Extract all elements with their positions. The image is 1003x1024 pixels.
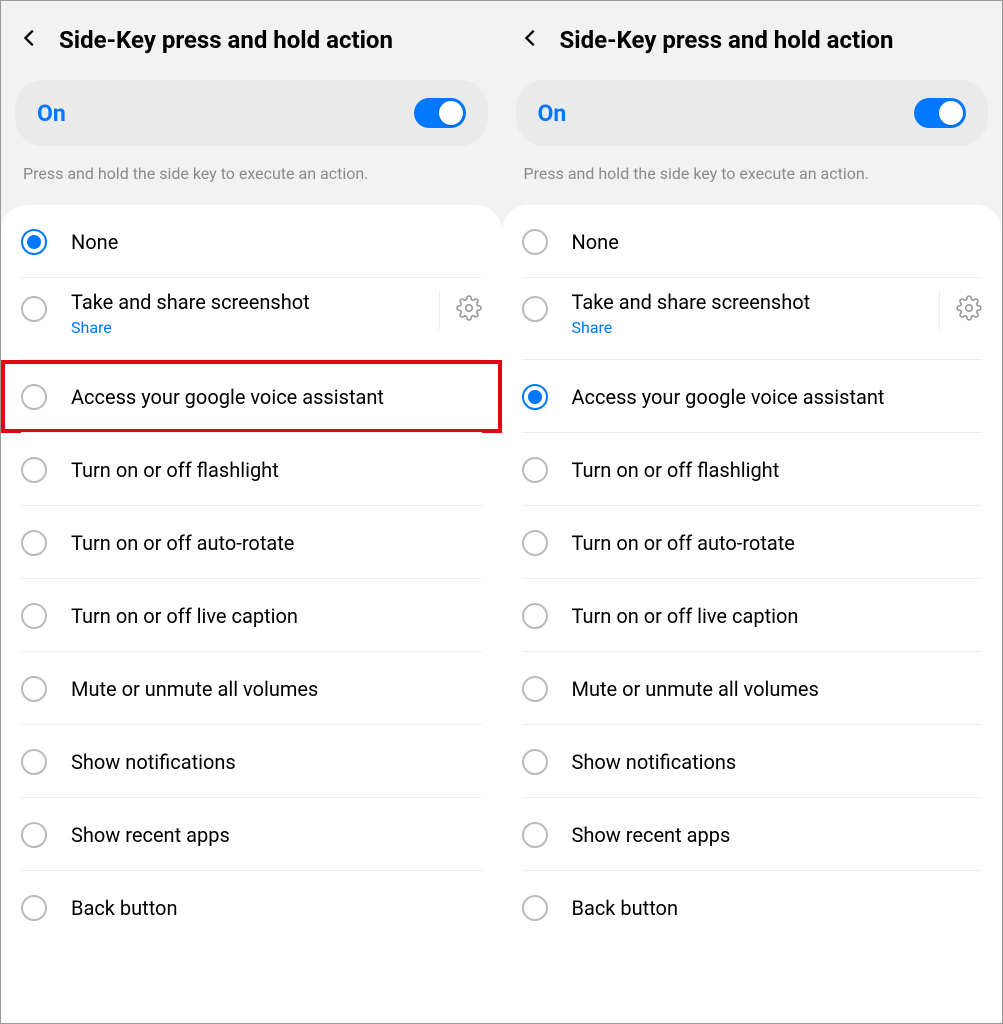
item-label: Turn on or off live caption xyxy=(572,604,983,628)
description-text: Press and hold the side key to execute a… xyxy=(502,146,1003,205)
radio-icon xyxy=(522,895,548,921)
item-label: Take and share screenshot xyxy=(572,290,940,314)
toggle-label: On xyxy=(538,100,567,127)
item-label: None xyxy=(572,230,983,254)
back-icon[interactable] xyxy=(520,27,542,53)
radio-icon xyxy=(522,749,548,775)
toggle-label: On xyxy=(37,100,66,127)
radio-icon xyxy=(21,895,47,921)
back-icon[interactable] xyxy=(19,27,41,53)
item-label: Take and share screenshot xyxy=(71,290,439,314)
item-label: Turn on or off auto-rotate xyxy=(71,531,482,555)
radio-icon xyxy=(21,676,47,702)
item-label: Turn on or off flashlight xyxy=(572,458,983,482)
radio-item-live-caption[interactable]: Turn on or off live caption xyxy=(502,579,1003,652)
item-label: Show notifications xyxy=(71,750,482,774)
radio-icon xyxy=(21,530,47,556)
radio-item-google-assistant[interactable]: Access your google voice assistant xyxy=(1,360,502,433)
radio-icon xyxy=(522,457,548,483)
radio-icon xyxy=(21,384,47,410)
radio-item-mute[interactable]: Mute or unmute all volumes xyxy=(1,652,502,725)
radio-item-notifications[interactable]: Show notifications xyxy=(502,725,1003,798)
item-label: Mute or unmute all volumes xyxy=(71,677,482,701)
radio-item-none[interactable]: None xyxy=(1,205,502,278)
left-pane: Side-Key press and hold action On Press … xyxy=(1,1,502,1023)
settings-button[interactable] xyxy=(439,290,482,330)
item-label: Turn on or off live caption xyxy=(71,604,482,628)
radio-item-auto-rotate[interactable]: Turn on or off auto-rotate xyxy=(1,506,502,579)
toggle-switch[interactable] xyxy=(414,98,466,128)
item-label: Show recent apps xyxy=(572,823,983,847)
page-title: Side-Key press and hold action xyxy=(560,26,894,54)
radio-icon xyxy=(21,749,47,775)
item-label: Turn on or off flashlight xyxy=(71,458,482,482)
radio-item-live-caption[interactable]: Turn on or off live caption xyxy=(1,579,502,652)
radio-item-back-button[interactable]: Back button xyxy=(1,871,502,944)
radio-icon xyxy=(522,603,548,629)
header: Side-Key press and hold action xyxy=(502,1,1003,72)
feature-toggle-row[interactable]: On xyxy=(516,80,989,146)
item-sublabel: Share xyxy=(71,318,439,337)
toggle-switch[interactable] xyxy=(914,98,966,128)
radio-icon xyxy=(522,822,548,848)
radio-item-screenshot[interactable]: Take and share screenshot Share xyxy=(1,278,502,360)
radio-icon xyxy=(522,530,548,556)
gear-icon xyxy=(456,295,482,325)
gear-icon xyxy=(956,295,982,325)
header: Side-Key press and hold action xyxy=(1,1,502,72)
radio-item-recent-apps[interactable]: Show recent apps xyxy=(502,798,1003,871)
radio-item-mute[interactable]: Mute or unmute all volumes xyxy=(502,652,1003,725)
item-label: None xyxy=(71,230,482,254)
radio-item-flashlight[interactable]: Turn on or off flashlight xyxy=(502,433,1003,506)
radio-item-auto-rotate[interactable]: Turn on or off auto-rotate xyxy=(502,506,1003,579)
feature-toggle-row[interactable]: On xyxy=(15,80,488,146)
item-label: Back button xyxy=(71,896,482,920)
radio-item-back-button[interactable]: Back button xyxy=(502,871,1003,944)
radio-icon xyxy=(21,603,47,629)
item-label: Mute or unmute all volumes xyxy=(572,677,983,701)
page-title: Side-Key press and hold action xyxy=(59,26,393,54)
item-sublabel: Share xyxy=(572,318,940,337)
radio-item-recent-apps[interactable]: Show recent apps xyxy=(1,798,502,871)
radio-item-google-assistant[interactable]: Access your google voice assistant xyxy=(502,360,1003,433)
item-label: Access your google voice assistant xyxy=(71,385,482,409)
radio-icon xyxy=(522,229,548,255)
item-label: Show notifications xyxy=(572,750,983,774)
radio-item-flashlight[interactable]: Turn on or off flashlight xyxy=(1,433,502,506)
action-list: None Take and share screenshot Share Acc… xyxy=(502,205,1003,1023)
radio-icon xyxy=(21,822,47,848)
radio-item-notifications[interactable]: Show notifications xyxy=(1,725,502,798)
radio-icon xyxy=(21,296,47,322)
action-list: None Take and share screenshot Share Acc… xyxy=(1,205,502,1023)
item-label: Show recent apps xyxy=(71,823,482,847)
description-text: Press and hold the side key to execute a… xyxy=(1,146,502,205)
radio-icon xyxy=(522,676,548,702)
right-pane: Side-Key press and hold action On Press … xyxy=(502,1,1003,1023)
radio-icon xyxy=(522,384,548,410)
radio-icon xyxy=(21,457,47,483)
item-label: Access your google voice assistant xyxy=(572,385,983,409)
radio-icon xyxy=(522,296,548,322)
settings-button[interactable] xyxy=(939,290,982,330)
item-label: Turn on or off auto-rotate xyxy=(572,531,983,555)
item-label: Back button xyxy=(572,896,983,920)
radio-icon xyxy=(21,229,47,255)
radio-item-none[interactable]: None xyxy=(502,205,1003,278)
radio-item-screenshot[interactable]: Take and share screenshot Share xyxy=(502,278,1003,360)
